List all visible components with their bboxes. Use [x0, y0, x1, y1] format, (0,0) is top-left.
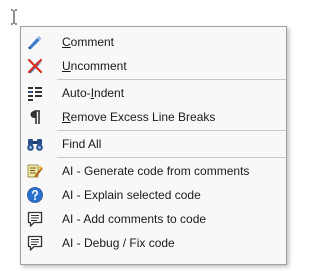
text-cursor-icon	[11, 9, 17, 25]
menu-item-find-all[interactable]: Find All	[21, 132, 286, 156]
menu-separator	[57, 130, 286, 131]
menu-item-label: Find All	[62, 137, 102, 151]
menu-item-label: Uncomment	[62, 59, 127, 73]
pen-uncomment-icon	[26, 57, 44, 75]
menu-item-label: Comment	[62, 35, 115, 49]
menu-item-label: AI - Generate code from comments	[62, 164, 250, 178]
menu-separator	[57, 157, 286, 158]
binoculars-icon	[26, 135, 44, 153]
pen-comment-icon	[26, 33, 44, 51]
context-menu: Comment Uncomment Auto-Indent Remove Exc…	[20, 26, 287, 265]
code-wand-icon	[26, 162, 44, 180]
menu-separator	[57, 79, 286, 80]
menu-item-auto-indent[interactable]: Auto-Indent	[21, 81, 286, 105]
menu-item-label: AI - Add comments to code	[62, 212, 207, 226]
speech-bubble-icon	[26, 210, 44, 228]
menu-item-label: AI - Debug / Fix code	[62, 236, 175, 250]
menu-item-label: Remove Excess Line Breaks	[62, 110, 216, 124]
speech-bubble-icon	[26, 234, 44, 252]
menu-item-uncomment[interactable]: Uncomment	[21, 54, 286, 78]
menu-item-comment[interactable]: Comment	[21, 30, 286, 54]
menu-item-ai-debug[interactable]: AI - Debug / Fix code	[21, 231, 286, 255]
menu-item-remove-line-breaks[interactable]: Remove Excess Line Breaks	[21, 105, 286, 129]
menu-item-ai-generate[interactable]: AI - Generate code from comments	[21, 159, 286, 183]
menu-item-ai-add-comments[interactable]: AI - Add comments to code	[21, 207, 286, 231]
menu-item-ai-explain[interactable]: AI - Explain selected code	[21, 183, 286, 207]
menu-item-label: Auto-Indent	[62, 86, 125, 100]
menu-item-label: AI - Explain selected code	[62, 188, 201, 202]
help-circle-icon	[26, 186, 44, 204]
pilcrow-icon	[26, 108, 44, 126]
indent-icon	[26, 84, 44, 102]
screen: Comment Uncomment Auto-Indent Remove Exc…	[0, 0, 300, 271]
